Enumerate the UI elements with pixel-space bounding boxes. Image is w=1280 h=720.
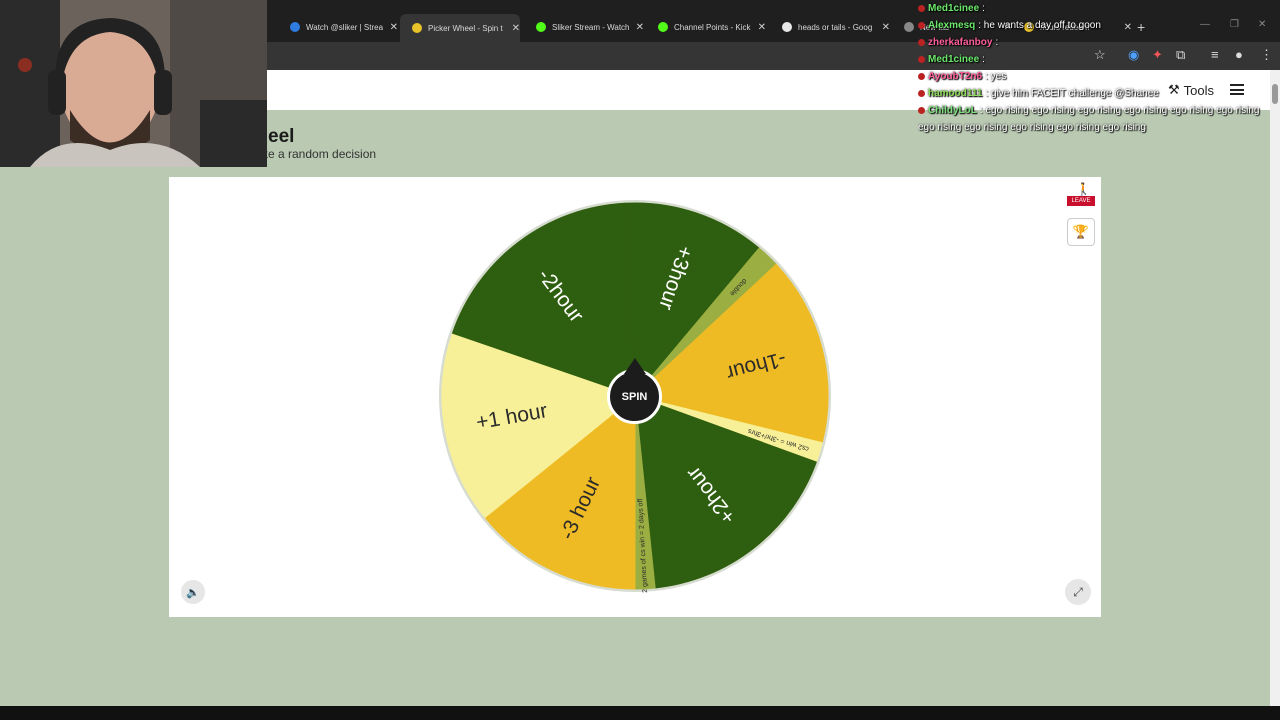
fullscreen-button[interactable]: ⤢ <box>1065 579 1091 605</box>
browser-tab[interactable]: Channel Points - Kick ✕ <box>646 16 766 38</box>
chat-username[interactable]: Med1cinee <box>928 54 979 65</box>
speaker-icon: 🔈 <box>186 586 200 599</box>
sound-toggle-button[interactable]: 🔈 <box>181 580 205 604</box>
tab-title: Watch @sliker | Strea <box>306 22 384 32</box>
chat-username[interactable]: AyoubT2n6 <box>928 71 982 82</box>
leave-label: LEAVE <box>1067 196 1095 206</box>
chat-message: ChildyLoL: ego rising ego rising ego ris… <box>918 102 1278 136</box>
chat-badge-icon <box>918 4 925 12</box>
walking-person-icon: 🚶 <box>1076 182 1091 196</box>
tab-favicon-icon <box>412 23 422 33</box>
webcam-image <box>0 0 267 167</box>
taskbar-strip <box>0 706 1280 720</box>
expand-icon: ⤢ <box>1073 584 1083 599</box>
page-scrollbar[interactable] <box>1270 70 1280 706</box>
spin-button[interactable]: SPIN <box>607 369 662 424</box>
page-subtitle: ke a random decision <box>262 147 377 161</box>
chat-badge-icon <box>918 38 925 46</box>
tab-close-icon[interactable]: ✕ <box>512 23 520 34</box>
streamer-webcam <box>0 0 267 167</box>
chat-message: Alexmesq: he wants a day off to goon <box>918 17 1278 34</box>
tab-close-icon[interactable]: ✕ <box>882 22 890 33</box>
chat-text: : <box>982 3 985 14</box>
screen: Watch @sliker | Strea ✕ Picker Wheel - Spi… <box>0 0 1280 720</box>
tab-title: Picker Wheel - Spin t <box>428 23 503 33</box>
tab-title: Sliker Stream - Watch <box>552 22 630 32</box>
trophy-icon: 🏆 <box>1072 224 1090 239</box>
chat-message: AyoubT2n6: yes <box>918 68 1278 85</box>
tab-title: Channel Points - Kick <box>674 22 751 32</box>
trophy-button[interactable]: 🏆 <box>1067 218 1095 246</box>
tab-favicon-icon <box>782 22 792 32</box>
chat-message: zherkafanboy: <box>918 34 1278 51</box>
tab-close-icon[interactable]: ✕ <box>636 22 644 33</box>
browser-tab[interactable]: Watch @sliker | Strea ✕ <box>278 16 398 38</box>
tab-title: heads or tails - Goog <box>798 22 873 32</box>
leave-button[interactable]: 🚶 LEAVE <box>1067 183 1095 211</box>
chat-username[interactable]: Med1cinee <box>928 3 979 14</box>
browser-tab[interactable]: Sliker Stream - Watch ✕ <box>524 16 644 38</box>
tab-favicon-icon <box>904 22 914 32</box>
browser-tab[interactable]: heads or tails - Goog ✕ <box>770 16 890 38</box>
tab-favicon-icon <box>658 22 668 32</box>
chat-message: Med1cinee: <box>918 0 1278 17</box>
chat-badge-icon <box>918 21 925 29</box>
chat-badge-icon <box>918 72 925 80</box>
stream-chat-overlay: Med1cinee: Alexmesq: he wants a day off t… <box>918 0 1278 136</box>
tab-favicon-icon <box>290 22 300 32</box>
chat-badge-icon <box>918 55 925 63</box>
chat-username[interactable]: ChildyLoL <box>928 105 977 116</box>
chat-username[interactable]: Alexmesq <box>928 20 975 31</box>
tab-close-icon[interactable]: ✕ <box>390 22 398 33</box>
tab-favicon-icon <box>536 22 546 32</box>
wheel-pointer-icon <box>624 358 646 374</box>
chat-username[interactable]: zherkafanboy <box>928 37 992 48</box>
browser-tab[interactable]: Picker Wheel - Spin t ✕ <box>400 14 520 42</box>
tab-close-icon[interactable]: ✕ <box>758 22 766 33</box>
chat-message: Med1cinee: <box>918 51 1278 68</box>
chat-text: : he wants a day off to goon <box>978 20 1101 31</box>
chat-username[interactable]: hamood111 <box>928 88 982 99</box>
chat-text: : yes <box>985 71 1007 82</box>
chat-text: : give him FACEIT challenge @Shanee <box>985 88 1159 99</box>
chat-text: : <box>982 54 985 65</box>
chat-badge-icon <box>918 89 925 97</box>
spin-label: SPIN <box>621 390 648 403</box>
page-title: eel <box>268 126 295 147</box>
chat-message: hamood111: give him FACEIT challenge @Sh… <box>918 85 1278 102</box>
chat-badge-icon <box>918 106 925 114</box>
chat-text: : <box>995 37 999 48</box>
